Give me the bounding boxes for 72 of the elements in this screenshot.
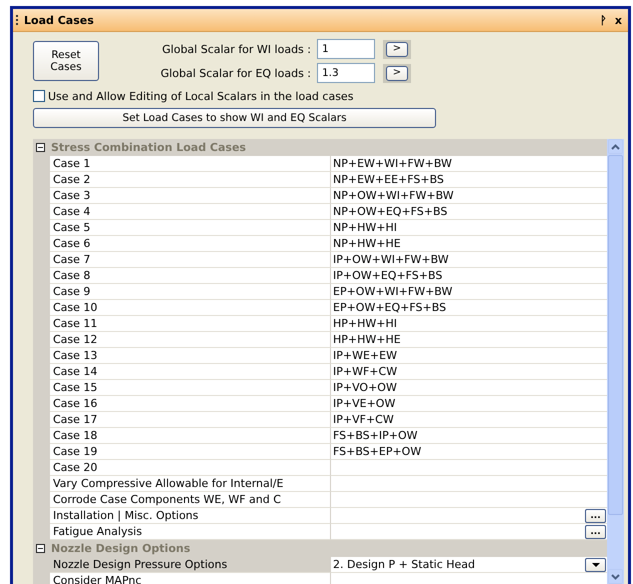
property-name[interactable]: Case 9: [50, 284, 331, 300]
collapse-icon[interactable]: [36, 143, 45, 152]
property-name[interactable]: Case 13: [50, 348, 331, 364]
property-name[interactable]: Case 14: [50, 364, 331, 380]
property-value: EP+OW+WI+FW+BW: [333, 285, 454, 298]
scroll-thumb[interactable]: [608, 155, 623, 515]
collapse-icon[interactable]: [36, 544, 45, 553]
dropdown-value[interactable]: 2. Design P + Static Head: [333, 558, 585, 571]
section-title: Stress Combination Load Cases: [51, 141, 246, 154]
property-value: FS+BS+IP+OW: [333, 429, 419, 442]
property-value: IP+VF+CW: [333, 413, 395, 426]
property-value: HP+HW+HI: [333, 317, 398, 330]
property-name[interactable]: Corrode Case Components WE, WF and C: [50, 492, 331, 508]
caret-icon: [592, 562, 600, 566]
property-name[interactable]: Case 20: [50, 460, 331, 476]
property-name[interactable]: Case 6: [50, 236, 331, 252]
property-value: HP+HW+HE: [333, 333, 402, 346]
property-name[interactable]: Case 12: [50, 332, 331, 348]
close-button[interactable]: x: [614, 14, 622, 26]
property-value: IP+WE+EW: [333, 349, 398, 362]
chevron-up-icon: [611, 144, 620, 150]
property-name[interactable]: Case 4: [50, 204, 331, 220]
property-name[interactable]: Case 11: [50, 316, 331, 332]
property-value: IP+VE+OW: [333, 397, 396, 410]
checkbox[interactable]: [33, 90, 45, 102]
dropdown-button[interactable]: [585, 558, 606, 572]
property-name[interactable]: Case 10: [50, 300, 331, 316]
set-load-cases-button[interactable]: Set Load Cases to show WI and EQ Scalars: [33, 108, 436, 128]
property-value: NP+OW+WI+FW+BW: [333, 189, 455, 202]
property-value: NP+EW+WI+FW+BW: [333, 157, 453, 170]
property-value: IP+VO+OW: [333, 381, 398, 394]
property-value: FS+BS+EP+OW: [333, 445, 422, 458]
section-title: Nozzle Design Options: [51, 542, 190, 555]
property-value: NP+EW+EE+FS+BS: [333, 173, 445, 186]
ellipsis-button[interactable]: ...: [585, 524, 606, 538]
apply-button[interactable]: >: [386, 66, 408, 80]
property-name[interactable]: Case 1: [50, 156, 331, 172]
window-title: Load Cases: [24, 14, 95, 26]
property-value: IP+WF+CW: [333, 365, 398, 378]
property-name[interactable]: Case 2: [50, 172, 331, 188]
property-value: EP+OW+EQ+FS+BS: [333, 301, 448, 314]
scalar-label: Global Scalar for EQ loads :: [160, 66, 311, 80]
scalar-label: Global Scalar for WI loads :: [161, 42, 311, 56]
checkbox-label: Use and Allow Editing of Local Scalars in the load cases: [48, 90, 354, 102]
property-name[interactable]: Case 16: [50, 396, 331, 412]
apply-button[interactable]: >: [386, 42, 408, 56]
property-name[interactable]: Case 3: [50, 188, 331, 204]
property-name[interactable]: Case 7: [50, 252, 331, 268]
scalar-input[interactable]: 1: [317, 39, 375, 59]
chevron-down-icon: [611, 574, 620, 580]
scroll-down-button[interactable]: [608, 569, 623, 584]
scalar-input[interactable]: 1.3: [317, 63, 375, 83]
reset-cases-button[interactable]: Reset Cases: [33, 41, 99, 81]
property-value: NP+HW+HI: [333, 221, 398, 234]
property-name[interactable]: Consider MAPnc: [50, 573, 331, 584]
property-name[interactable]: Installation | Misc. Options: [50, 508, 331, 524]
property-name[interactable]: Case 17: [50, 412, 331, 428]
ellipsis-button[interactable]: ...: [585, 508, 606, 522]
property-name[interactable]: Nozzle Design Pressure Options: [50, 557, 331, 573]
scroll-up-button[interactable]: [608, 139, 623, 154]
property-name[interactable]: Case 18: [50, 428, 331, 444]
scrollbar[interactable]: [607, 139, 624, 584]
property-name[interactable]: Case 15: [50, 380, 331, 396]
property-value: IP+OW+EQ+FS+BS: [333, 269, 444, 282]
property-name[interactable]: Vary Compressive Allowable for Internal/E: [50, 476, 331, 492]
property-name[interactable]: Case 5: [50, 220, 331, 236]
property-name[interactable]: Case 8: [50, 268, 331, 284]
property-name[interactable]: Case 19: [50, 444, 331, 460]
property-value: IP+OW+WI+FW+BW: [333, 253, 450, 266]
pin-button[interactable]: ᚹ: [600, 14, 607, 26]
property-value: NP+HW+HE: [333, 237, 402, 250]
property-value: NP+OW+EQ+FS+BS: [333, 205, 448, 218]
